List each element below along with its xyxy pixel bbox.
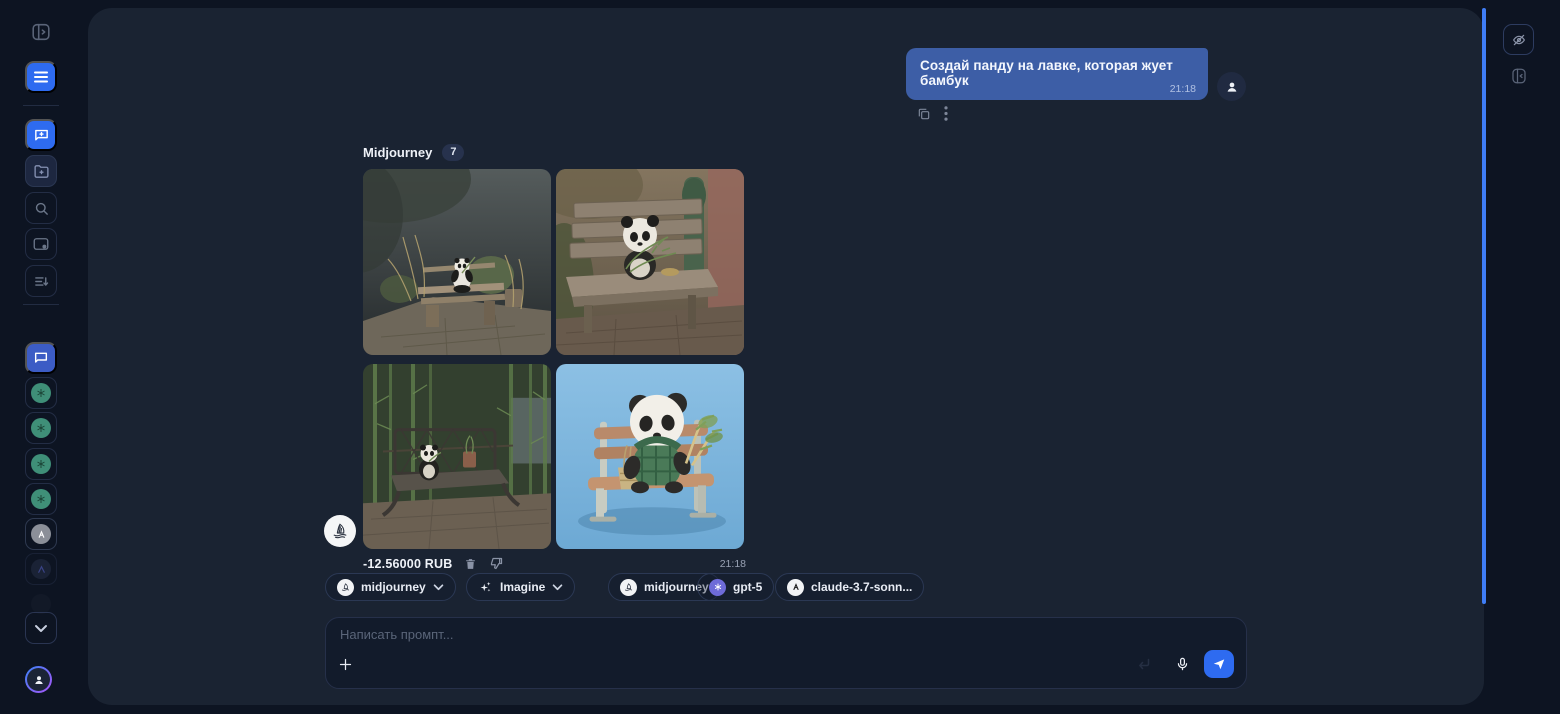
user-message-bubble: Создай панду на лавке, которая жует бамб… [906, 48, 1208, 100]
scrollbar[interactable] [1482, 8, 1486, 604]
generated-image-4[interactable] [556, 364, 744, 549]
midjourney-logo-icon [324, 515, 356, 547]
sort-list-icon[interactable] [25, 265, 57, 297]
sidebar-divider [23, 304, 59, 305]
openai-avatar[interactable] [25, 448, 57, 480]
response-time: 21:18 [720, 558, 746, 570]
add-folder-icon[interactable] [25, 155, 57, 187]
panel-toggle-icon[interactable] [25, 16, 57, 48]
response-meta-row: -12.56000 RUB 21:18 [363, 556, 746, 571]
midjourney-logo-icon [620, 579, 637, 596]
openai-logo-icon [31, 383, 51, 403]
user-avatar[interactable] [25, 666, 52, 693]
user-message-text: Создай панду на лавке, которая жует бамб… [920, 58, 1194, 88]
openai-logo-icon [31, 489, 51, 509]
message-actions [917, 106, 948, 121]
model-logo-icon [31, 559, 51, 579]
sidebar-divider [23, 105, 59, 106]
thumbs-down-icon[interactable] [489, 556, 504, 571]
panel-collapse-icon[interactable] [1508, 64, 1530, 88]
copy-icon[interactable] [917, 107, 931, 121]
prompt-input-bar [325, 617, 1247, 689]
openai-logo-icon [709, 579, 726, 596]
input-controls [326, 648, 1246, 680]
midjourney-logo-icon [337, 579, 354, 596]
eye-off-icon[interactable] [1503, 24, 1534, 55]
send-button[interactable] [1204, 650, 1234, 678]
delete-icon[interactable] [464, 557, 477, 571]
user-message-time: 21:18 [1170, 83, 1196, 95]
openai-avatar[interactable] [25, 483, 57, 515]
chat-bubble-icon[interactable] [25, 342, 57, 374]
response-model-name: Midjourney [363, 145, 432, 160]
openai-logo-icon [31, 418, 51, 438]
attach-plus-icon[interactable] [338, 657, 353, 672]
person-icon [1225, 80, 1239, 94]
response-count-badge: 7 [442, 144, 464, 161]
response-header: Midjourney 7 [363, 144, 464, 161]
generated-image-3[interactable] [363, 364, 551, 549]
mic-icon[interactable] [1175, 655, 1190, 673]
openai-avatar[interactable] [25, 377, 57, 409]
return-key-icon[interactable] [1135, 655, 1153, 673]
generated-image-1[interactable] [363, 169, 551, 355]
anthropic-logo-icon [787, 579, 804, 596]
model-chip-gpt5[interactable]: gpt-5 [697, 573, 774, 601]
chat-panel: Создай панду на лавке, которая жует бамб… [88, 8, 1484, 705]
generation-cost: -12.56000 RUB [363, 557, 452, 571]
generated-images-grid [363, 169, 744, 549]
paper-plane-icon [1212, 657, 1226, 671]
model-chip-claude[interactable]: claude-3.7-sonn... [775, 573, 924, 601]
mode-chip-imagine[interactable]: Imagine [466, 573, 575, 601]
model-avatar-dim[interactable] [25, 553, 57, 585]
menu-icon[interactable] [25, 61, 57, 93]
sparkles-icon [478, 580, 493, 595]
person-icon [27, 668, 50, 691]
anthropic-avatar[interactable] [25, 518, 57, 550]
more-options-icon[interactable] [944, 106, 948, 121]
openai-logo-icon [31, 454, 51, 474]
anthropic-logo-icon [31, 524, 51, 544]
chevron-down-icon [552, 584, 563, 591]
openai-avatar[interactable] [25, 412, 57, 444]
new-chat-icon[interactable] [25, 119, 57, 151]
chevron-down-icon[interactable] [25, 612, 57, 644]
search-icon[interactable] [25, 192, 57, 224]
generated-image-2[interactable] [556, 169, 744, 355]
model-chip-midjourney[interactable]: midjourney [325, 573, 456, 601]
message-avatar [1217, 72, 1246, 101]
media-settings-icon[interactable] [25, 228, 57, 260]
chevron-down-icon [433, 584, 444, 591]
sidebar [0, 0, 88, 714]
